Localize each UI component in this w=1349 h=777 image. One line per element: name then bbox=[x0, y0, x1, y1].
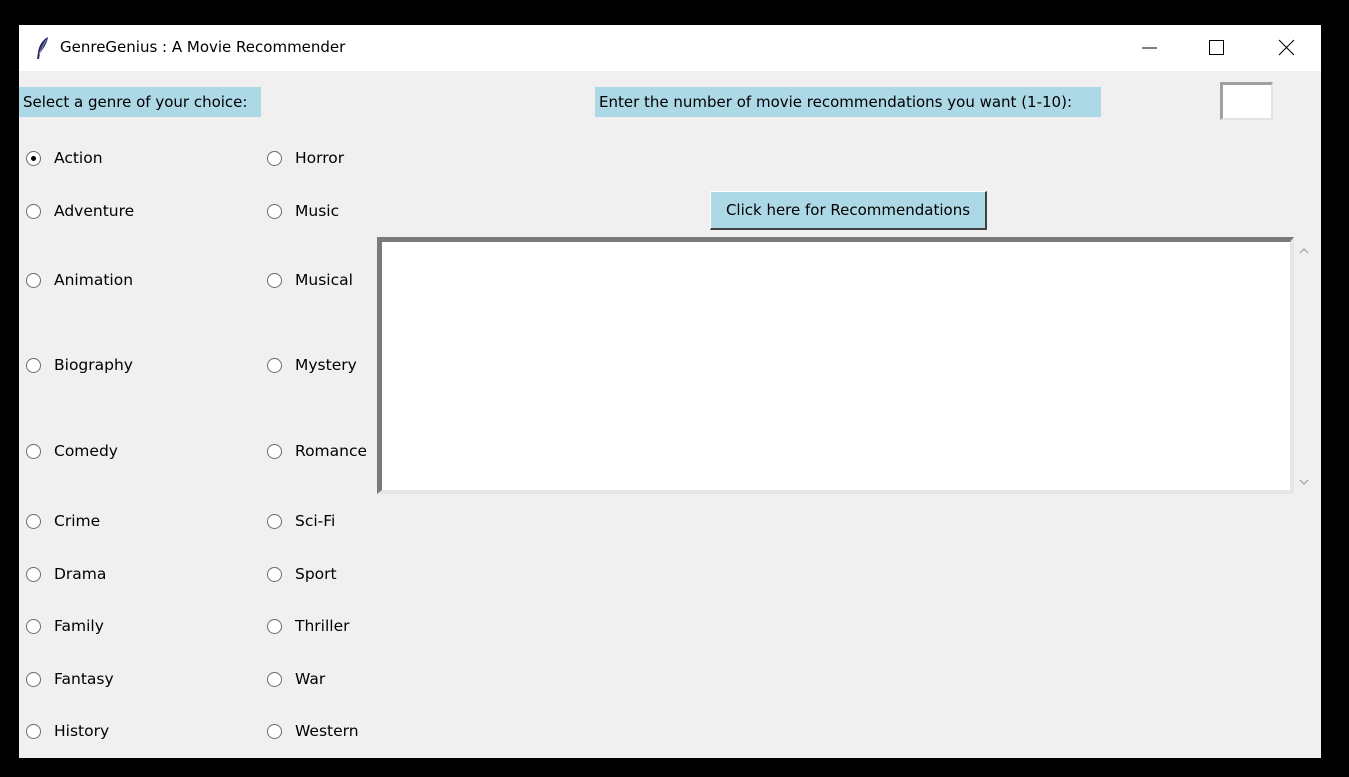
count-prompt-label: Enter the number of movie recommendation… bbox=[595, 87, 1101, 117]
genre-label: Western bbox=[295, 722, 359, 740]
genre-label: Thriller bbox=[295, 617, 350, 635]
genre-radio-western[interactable]: Western bbox=[267, 722, 359, 740]
genre-radio-biography[interactable]: Biography bbox=[26, 356, 133, 374]
genre-label: Fantasy bbox=[54, 670, 114, 688]
genre-radio-sport[interactable]: Sport bbox=[267, 565, 337, 583]
genre-radio-musical[interactable]: Musical bbox=[267, 271, 353, 289]
genre-label: Crime bbox=[54, 512, 101, 530]
genre-radio-mystery[interactable]: Mystery bbox=[267, 356, 357, 374]
genre-label: Music bbox=[295, 202, 340, 220]
genre-radio-thriller[interactable]: Thriller bbox=[267, 617, 350, 635]
genre-label: Mystery bbox=[295, 356, 357, 374]
genre-radio-war[interactable]: War bbox=[267, 670, 325, 688]
radio-indicator[interactable] bbox=[26, 150, 41, 166]
genre-label: Drama bbox=[54, 565, 107, 583]
genre-radio-fantasy[interactable]: Fantasy bbox=[26, 670, 114, 688]
radio-indicator[interactable] bbox=[26, 203, 41, 219]
genre-radio-sci-fi[interactable]: Sci-Fi bbox=[267, 512, 335, 530]
genre-label: Biography bbox=[54, 356, 133, 374]
genre-label: Horror bbox=[295, 149, 345, 167]
genre-label: War bbox=[295, 670, 326, 688]
maximize-icon[interactable] bbox=[1193, 25, 1239, 71]
genre-label: Sci-Fi bbox=[295, 512, 336, 530]
radio-indicator[interactable] bbox=[26, 618, 41, 634]
radio-indicator[interactable] bbox=[267, 203, 282, 219]
radio-indicator[interactable] bbox=[267, 566, 282, 582]
radio-indicator[interactable] bbox=[267, 513, 282, 529]
genre-label: Family bbox=[54, 617, 104, 635]
radio-indicator[interactable] bbox=[26, 566, 41, 582]
scroll-down-icon[interactable] bbox=[1296, 474, 1312, 490]
genre-radio-animation[interactable]: Animation bbox=[26, 271, 133, 289]
title-bar[interactable]: GenreGenius : A Movie Recommender bbox=[19, 25, 1321, 71]
minimize-icon[interactable] bbox=[1124, 25, 1170, 71]
radio-indicator[interactable] bbox=[26, 357, 41, 373]
genre-radio-adventure[interactable]: Adventure bbox=[26, 202, 134, 220]
genre-radio-music[interactable]: Music bbox=[267, 202, 339, 220]
radio-indicator[interactable] bbox=[267, 671, 282, 687]
radio-indicator[interactable] bbox=[267, 150, 282, 166]
genre-radio-action[interactable]: Action bbox=[26, 149, 103, 167]
radio-indicator[interactable] bbox=[267, 357, 282, 373]
recommendations-output[interactable] bbox=[377, 237, 1294, 494]
radio-indicator[interactable] bbox=[267, 443, 282, 459]
genre-label: History bbox=[54, 722, 110, 740]
feather-icon bbox=[37, 37, 48, 59]
recommendation-count-input[interactable] bbox=[1220, 82, 1273, 120]
genre-label: Adventure bbox=[54, 202, 135, 220]
recommendations-button[interactable]: Click here for Recommendations bbox=[710, 191, 987, 230]
close-icon[interactable] bbox=[1263, 25, 1309, 71]
window-title: GenreGenius : A Movie Recommender bbox=[60, 38, 346, 56]
genre-label: Comedy bbox=[54, 442, 118, 460]
radio-indicator[interactable] bbox=[26, 513, 41, 529]
genre-prompt-label: Select a genre of your choice: bbox=[19, 87, 261, 117]
genre-label: Musical bbox=[295, 271, 353, 289]
genre-label: Romance bbox=[295, 442, 368, 460]
radio-indicator[interactable] bbox=[26, 671, 41, 687]
radio-indicator[interactable] bbox=[26, 443, 41, 459]
genre-label: Action bbox=[54, 149, 103, 167]
genre-label: Animation bbox=[54, 271, 134, 289]
radio-indicator[interactable] bbox=[26, 723, 41, 739]
genre-radio-horror[interactable]: Horror bbox=[267, 149, 344, 167]
genre-radio-crime[interactable]: Crime bbox=[26, 512, 100, 530]
genre-label: Sport bbox=[295, 565, 337, 583]
radio-indicator[interactable] bbox=[267, 272, 282, 288]
app-window: GenreGenius : A Movie Recommender Select… bbox=[19, 25, 1321, 758]
scroll-up-icon[interactable] bbox=[1296, 243, 1312, 259]
radio-indicator[interactable] bbox=[26, 272, 41, 288]
genre-radio-romance[interactable]: Romance bbox=[267, 442, 367, 460]
radio-indicator[interactable] bbox=[267, 723, 282, 739]
genre-radio-family[interactable]: Family bbox=[26, 617, 104, 635]
genre-radio-history[interactable]: History bbox=[26, 722, 109, 740]
genre-radio-drama[interactable]: Drama bbox=[26, 565, 106, 583]
radio-indicator[interactable] bbox=[267, 618, 282, 634]
genre-radio-comedy[interactable]: Comedy bbox=[26, 442, 118, 460]
